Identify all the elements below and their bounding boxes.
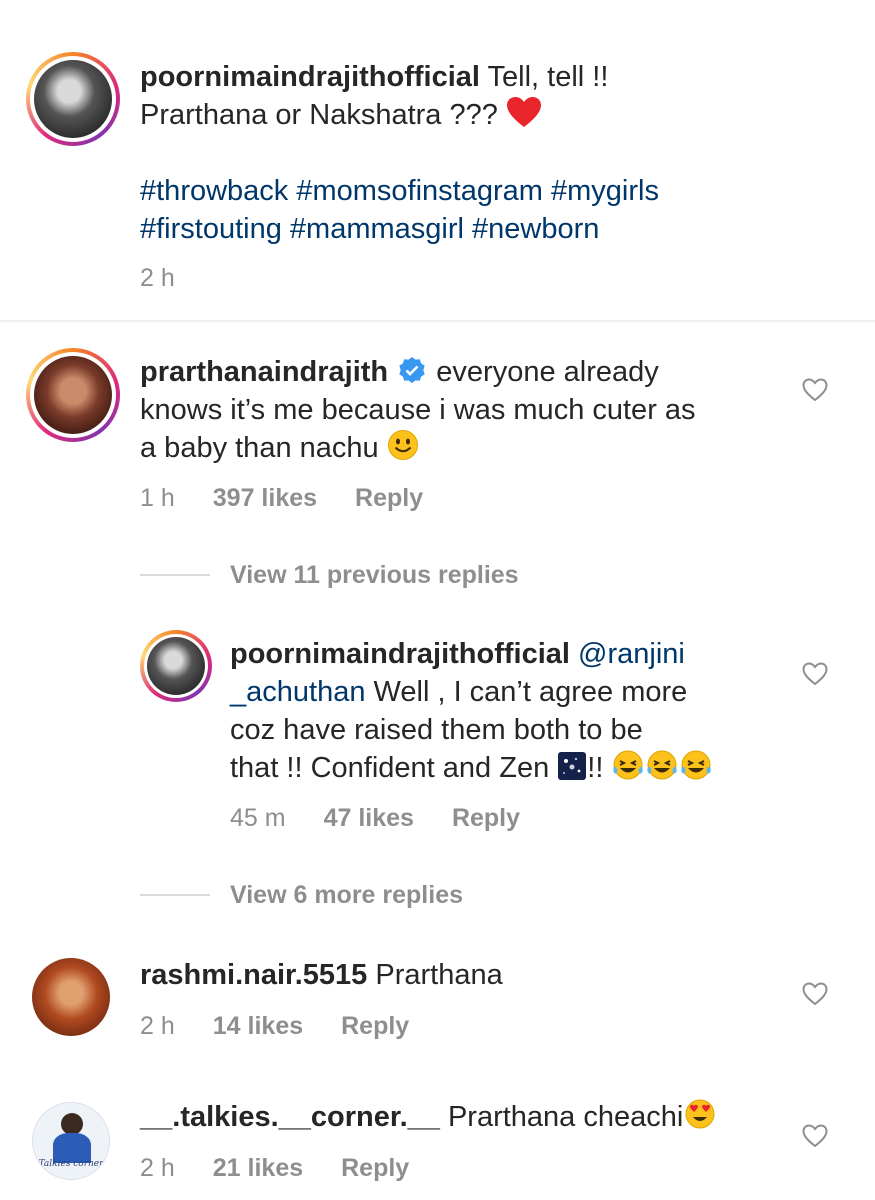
reply-line3: coz have raised them both to be <box>230 714 643 746</box>
comment-username[interactable]: prarthanaindrajith <box>140 356 388 388</box>
comment-avatar-rashmi[interactable] <box>32 958 110 1036</box>
comment-likes[interactable]: 14 likes <box>213 1012 303 1040</box>
caption-line1: Tell, tell !! <box>487 61 609 93</box>
comment-username[interactable]: __.talkies.__corner.__ <box>140 1101 440 1133</box>
like-heart-icon[interactable] <box>802 378 828 402</box>
like-heart-icon[interactable] <box>802 1124 828 1148</box>
milky-way-emoji-icon <box>558 752 587 780</box>
replies-line <box>140 894 210 896</box>
mention-link[interactable]: @ranjini <box>578 638 685 670</box>
caption-text: poornimaindrajithofficial Tell, tell !! … <box>140 58 840 134</box>
reply-meta: 45 m 47 likes Reply <box>230 804 558 833</box>
comment-line3: a baby than nachu <box>140 432 379 464</box>
comment-likes[interactable]: 21 likes <box>213 1154 303 1182</box>
reply-button[interactable]: Reply <box>341 1012 409 1040</box>
tears-of-joy-emoji-icon <box>681 750 712 780</box>
tears-of-joy-emoji-icon <box>647 750 678 780</box>
comment-time: 2 h <box>140 1154 175 1182</box>
comment-likes[interactable]: 397 likes <box>213 484 317 512</box>
caption-hashtags: #throwback #momsofinstagram #mygirls #fi… <box>140 172 860 248</box>
reply-text-poornima: poornimaindrajithofficial @ranjini _achut… <box>230 635 790 787</box>
caption-username[interactable]: poornimaindrajithofficial <box>140 61 480 93</box>
comment-meta: 2 h 14 likes Reply <box>140 1012 447 1041</box>
comment-text: Prarthana cheachi <box>447 1101 684 1133</box>
comment-time: 2 h <box>140 1012 175 1040</box>
view-previous-replies[interactable]: View 11 previous replies <box>230 561 519 590</box>
view-more-replies[interactable]: View 6 more replies <box>230 881 463 910</box>
comment-avatar-talkies[interactable]: Talkies corner <box>32 1102 110 1180</box>
comment-text: Prarthana <box>375 959 503 991</box>
reply-button[interactable]: Reply <box>452 804 520 832</box>
reply-line4-end: !! <box>587 752 604 784</box>
avatar-logo-text: Talkies corner <box>38 1159 104 1169</box>
red-heart-emoji-icon <box>506 97 541 127</box>
comment-text-talkies: __.talkies.__corner.__ Prarthana cheachi <box>140 1098 800 1136</box>
reply-line4: that !! Confident and Zen <box>230 752 550 784</box>
replies-line <box>140 574 210 576</box>
smiling-face-emoji-icon <box>387 430 418 460</box>
reply-time: 45 m <box>230 804 286 832</box>
like-heart-icon[interactable] <box>802 662 828 686</box>
comment-meta: 1 h 397 likes Reply <box>140 484 461 513</box>
caption-avatar[interactable] <box>26 52 120 146</box>
comment-time: 1 h <box>140 484 175 512</box>
comment-text-prarthana: prarthanaindrajith everyone already know… <box>140 353 820 467</box>
mention-link-cont[interactable]: _achuthan <box>230 676 365 708</box>
caption-time: 2 h <box>140 264 175 292</box>
reply-username[interactable]: poornimaindrajithofficial <box>230 638 570 670</box>
comment-line2: knows it’s me because i was much cuter a… <box>140 394 696 426</box>
caption-divider <box>0 320 875 322</box>
comment-meta: 2 h 21 likes Reply <box>140 1154 447 1183</box>
comment-text-rashmi: rashmi.nair.5515 Prarthana <box>140 956 780 994</box>
reply-likes[interactable]: 47 likes <box>324 804 414 832</box>
reply-avatar-poornima[interactable] <box>140 630 212 702</box>
verified-badge-icon <box>399 357 425 383</box>
like-heart-icon[interactable] <box>802 982 828 1006</box>
tears-of-joy-emoji-icon <box>613 750 644 780</box>
reply-line2: Well , I can’t agree more <box>373 676 688 708</box>
heart-eyes-emoji-icon <box>685 1099 715 1129</box>
hashtags-line1[interactable]: #throwback #momsofinstagram #mygirls <box>140 175 659 207</box>
comment-avatar-prarthana[interactable] <box>26 348 120 442</box>
reply-button[interactable]: Reply <box>341 1154 409 1182</box>
comment-username[interactable]: rashmi.nair.5515 <box>140 959 367 991</box>
caption-line2: Prarthana or Nakshatra ??? <box>140 99 498 131</box>
comment-line1: everyone already <box>436 356 659 388</box>
hashtags-line2[interactable]: #firstouting #mammasgirl #newborn <box>140 213 599 245</box>
reply-button[interactable]: Reply <box>355 484 423 512</box>
